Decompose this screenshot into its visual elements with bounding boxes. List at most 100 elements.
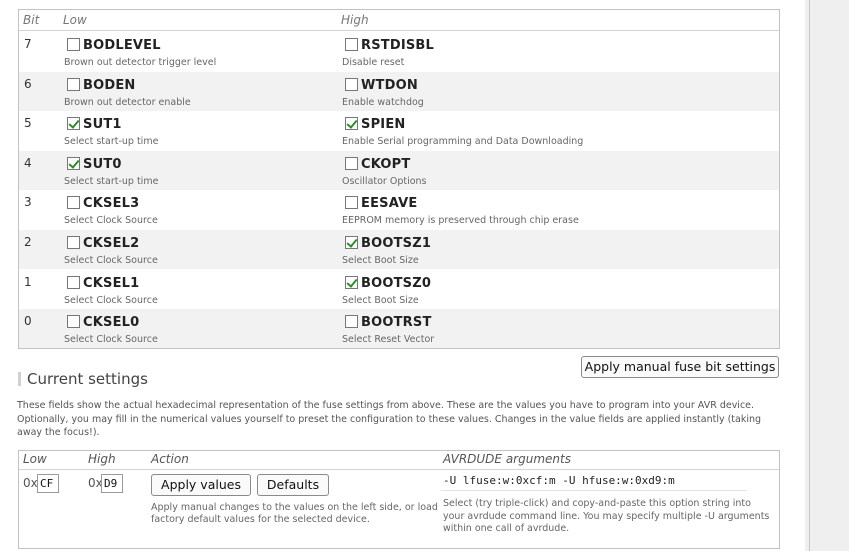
fuse-cell-high: BOOTSZ0 Select Boot Size [341,270,777,309]
fuse-description: Select Boot Size [342,255,419,266]
fuse-description: Enable Serial programming and Data Downl… [342,136,584,148]
low-hex-prefix: 0x [23,476,38,490]
fuse-name[interactable]: SPIEN [361,117,406,132]
fuse-name[interactable]: WTDON [361,78,418,93]
fuse-description: Select Clock Source [64,215,158,227]
fuse-cell-high: RSTDISBL Disable reset [341,32,777,71]
fuse-row: 7 BODLEVEL Brown out detector trigger leve… [19,32,779,71]
fuse-name[interactable]: CKSEL1 [83,276,139,291]
section-marker [18,372,21,386]
fuse-checkbox-rstdisbl[interactable] [345,38,358,51]
fuse-description: Oscillator Options [342,175,427,187]
fuse-checkbox-cksel1[interactable] [67,275,80,289]
header-high-value: High [88,452,116,466]
fuse-name[interactable]: CKOPT [361,157,410,172]
fuse-checkbox-sut0[interactable] [67,156,80,170]
fuse-checkbox-boden[interactable] [67,77,80,91]
fuse-description: Select start-up time [64,136,159,148]
apply-fuse-bits-button[interactable]: Apply manual fuse bit settings [581,356,779,378]
fuse-checkbox-cksel2[interactable] [67,236,80,249]
main-content: Bit Low High 7 BODLEVEL Brown out detector… [0,0,805,551]
fuse-cell-low: CKSEL2 Select Clock Source [63,230,341,269]
fuse-row: 4 SUT0 Select start-up time CKOPT Oscillator… [19,150,779,190]
fuse-name[interactable]: SUT0 [83,157,122,172]
fuse-bit-table: Bit Low High 7 BODLEVEL Brown out detector… [18,9,780,349]
fuse-cell-low: SUT0 Select start-up time [63,151,341,190]
header-action: Action [151,452,189,466]
fuse-checkbox-bodlevel[interactable] [67,38,80,51]
fuse-description: Brown out detector enable [64,96,191,108]
fuse-name[interactable]: BOOTRST [361,315,432,330]
fuse-cell-high: BOOTSZ1 Select Boot Size [341,230,777,269]
page-side-margin [805,0,849,551]
fuse-name[interactable]: BOOTSZ1 [361,236,431,251]
bit-number: 1 [24,274,32,289]
bit-number: 6 [24,76,32,91]
current-settings-table: Low High Action AVRDUDE arguments 0x CF … [18,450,780,549]
fuse-row: 6 BODEN Brown out detector enable WTDON Enab… [19,71,779,111]
fuse-cell-high: BOOTRST Select Reset Vector [341,309,777,348]
fuse-cell-low: SUT1 Select start-up time [63,111,341,150]
defaults-button[interactable]: Defaults [257,474,329,496]
fuse-cell-high: WTDON Enable watchdog [341,72,777,111]
fuse-name[interactable]: BODEN [83,78,136,93]
fuse-checkbox-bootsz0[interactable] [345,275,358,289]
fuse-description: Select Clock Source [64,334,158,346]
fuse-checkbox-bootrst[interactable] [345,315,358,329]
fuse-row: 0 CKSEL0 Select Clock Source BOOTRST Select … [19,309,779,349]
fuse-table-header: Bit Low High [19,10,779,31]
section-intro: These fields show the actual hexadecimal… [17,400,762,438]
fuse-cell-low: CKSEL3 Select Clock Source [63,190,341,229]
fuse-description: Select Clock Source [64,294,158,306]
fuse-name[interactable]: CKSEL2 [83,236,139,251]
fuse-description: Brown out detector trigger level [64,57,217,68]
fuse-description: Enable watchdog [342,96,424,108]
header-low: Low [63,13,87,27]
low-fuse-input[interactable]: CF [37,474,59,493]
header-low-value: Low [23,452,47,466]
fuse-description: Select start-up time [64,175,159,187]
fuse-name[interactable]: EESAVE [361,196,417,211]
bit-number: 2 [24,235,32,249]
fuse-row: 5 SUT1 Select start-up time SPIEN Enable Ser… [19,111,779,150]
fuse-description: Disable reset [342,57,405,68]
fuse-cell-high: SPIEN Enable Serial programming and Data … [341,111,777,150]
fuse-checkbox-ckopt[interactable] [345,156,358,170]
fuse-checkbox-sut1[interactable] [67,117,80,131]
fuse-row: 1 CKSEL1 Select Clock Source BOOTSZ0 Select … [19,270,779,309]
fuse-description: EEPROM memory is preserved through chip … [342,215,579,227]
bit-number: 3 [24,195,32,210]
header-bit: Bit [23,13,40,27]
fuse-checkbox-cksel0[interactable] [67,315,80,329]
avrdude-description: Select (try triple-click) and copy-and-p… [443,498,770,534]
current-settings-header: Low High Action AVRDUDE arguments [19,451,779,470]
fuse-cell-high: EESAVE EEPROM memory is preserved through… [341,190,777,229]
fuse-checkbox-cksel3[interactable] [67,196,80,210]
fuse-checkbox-wtdon[interactable] [345,77,358,91]
fuse-name[interactable]: RSTDISBL [361,38,434,53]
bit-number: 0 [24,314,32,329]
action-description: Apply manual changes to the values on th… [151,502,438,525]
avrdude-separator [441,490,747,491]
fuse-cell-high: CKOPT Oscillator Options [341,151,777,190]
fuse-cell-low: BODLEVEL Brown out detector trigger level [63,32,341,71]
fuse-checkbox-spien[interactable] [345,117,358,131]
fuse-row: 2 CKSEL2 Select Clock Source BOOTSZ1 Select … [19,230,779,269]
avrdude-arguments[interactable]: -U lfuse:w:0xcf:m -U hfuse:w:0xd9:m [443,474,675,487]
fuse-name[interactable]: CKSEL3 [83,196,139,211]
fuse-checkbox-eesave[interactable] [345,196,358,210]
fuse-name[interactable]: CKSEL0 [83,315,139,330]
apply-values-button[interactable]: Apply values [151,474,251,496]
header-high: High [341,13,369,27]
fuse-name[interactable]: BODLEVEL [83,38,161,53]
fuse-name[interactable]: SUT1 [83,117,122,132]
fuse-description: Select Clock Source [64,255,158,266]
high-fuse-input[interactable]: D9 [101,474,123,493]
fuse-cell-low: CKSEL1 Select Clock Source [63,270,341,309]
fuse-description: Select Reset Vector [342,334,435,346]
header-avrdude: AVRDUDE arguments [443,452,571,466]
fuse-checkbox-bootsz1[interactable] [345,236,358,249]
fuse-name[interactable]: BOOTSZ0 [361,276,431,291]
bit-number: 7 [24,37,32,51]
fuse-cell-low: BODEN Brown out detector enable [63,72,341,111]
